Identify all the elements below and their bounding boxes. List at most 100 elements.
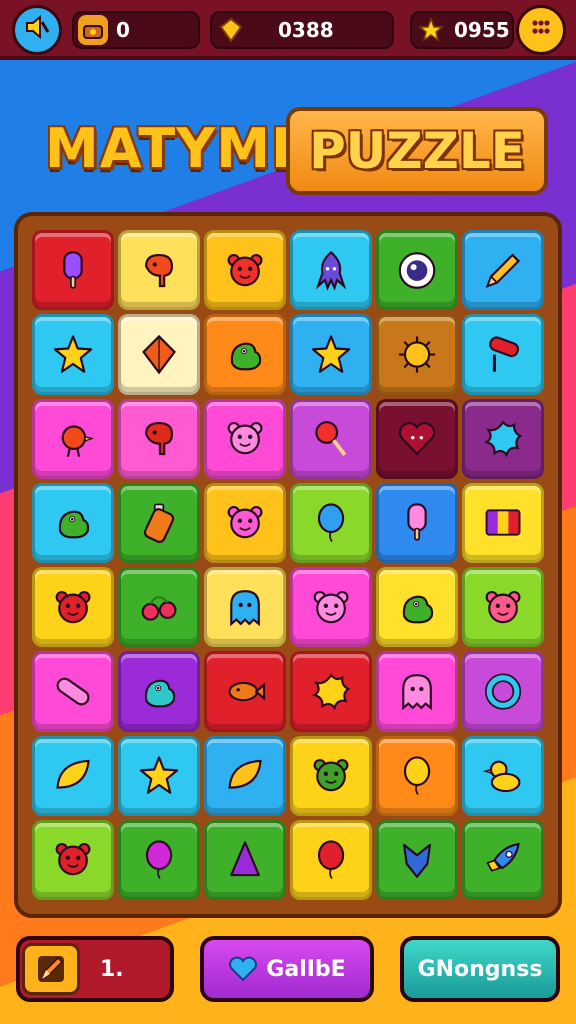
dino-icon [144,679,176,708]
board-tile[interactable] [290,819,372,900]
board-tile[interactable] [376,314,458,395]
sound-button[interactable] [12,5,62,55]
board-tile[interactable] [32,735,114,816]
board-tile[interactable] [290,567,372,648]
ghost-icon [402,673,432,711]
gems-value: 0388 [278,18,334,42]
cherries-icon [141,595,177,621]
booster-icon-frame [22,943,80,995]
board-tile[interactable] [32,314,114,395]
board-tile[interactable] [462,230,544,311]
bottle-icon [143,503,175,544]
board-tile[interactable] [462,482,544,563]
board-tile[interactable] [462,398,544,479]
board-tile[interactable] [204,230,286,311]
cone-icon [230,841,260,877]
board-tile[interactable] [462,314,544,395]
board-tile[interactable] [32,651,114,732]
pencil-icon [485,253,521,288]
board-tile[interactable] [118,482,200,563]
menu-button[interactable] [516,5,566,55]
board-tile[interactable] [376,482,458,563]
board-tile[interactable] [376,567,458,648]
board-tile[interactable] [462,819,544,900]
sun-icon [398,336,436,373]
capsule-icon [56,677,90,706]
dino-icon [58,510,90,539]
board-tile[interactable] [462,567,544,648]
popsicle-icon [63,250,83,289]
flag-stripes-icon [485,509,521,537]
board-tile[interactable] [290,230,372,311]
board-tile[interactable] [290,651,372,732]
shield-icon [402,844,431,879]
star-icon [311,335,351,373]
board-tile[interactable] [32,482,114,563]
bear-face-icon [55,843,91,876]
board-tile[interactable] [376,398,458,479]
bear-face-icon [55,590,91,623]
settings-text-button[interactable]: GNongnss [400,936,560,1002]
booster-button[interactable]: 1. [16,936,174,1002]
board-tile[interactable] [462,651,544,732]
board-tile[interactable] [204,398,286,479]
heart-icon [228,956,258,982]
bear-face-icon [485,590,521,623]
dino-icon [402,595,434,623]
speaker-muted-icon [24,14,50,46]
board-tile[interactable] [376,230,458,311]
board-tile[interactable] [32,398,114,479]
popsicle-icon [407,503,427,541]
stars-value: 0955 [454,18,510,42]
board-tile[interactable] [118,314,200,395]
board-tile[interactable] [290,398,372,479]
chest-icon [78,15,108,45]
board-tile[interactable] [462,735,544,816]
leaf-icon [228,759,262,789]
board-tile[interactable] [290,735,372,816]
board-tile[interactable] [118,819,200,900]
board-tile[interactable] [204,735,286,816]
board-tile[interactable] [204,819,286,900]
kite-icon [142,334,176,375]
coins-counter: 0 [72,11,200,49]
coins-value: 0 [116,18,130,42]
title-left-word: MATYME [45,117,309,180]
game-button-label: GalIbE [266,956,346,982]
bear-face-icon [227,422,263,455]
fish-icon [228,681,266,702]
balloon-icon [403,756,431,796]
bear-face-icon [227,506,263,539]
game-button[interactable]: GalIbE [200,936,374,1002]
settings-text-label: GNongnss [417,956,543,982]
board-tile[interactable] [204,314,286,395]
board-tile[interactable] [290,482,372,563]
board-tile[interactable] [118,567,200,648]
balloon-icon [317,840,345,880]
tile-grid [32,230,544,900]
board-tile[interactable] [376,819,458,900]
board-tile[interactable] [32,567,114,648]
board-tile[interactable] [204,651,286,732]
board-tile[interactable] [376,651,458,732]
board-tile[interactable] [118,735,200,816]
board-tile[interactable] [204,567,286,648]
board-tile[interactable] [32,230,114,311]
board-tile[interactable] [204,482,286,563]
board-tile[interactable] [376,735,458,816]
board-tile[interactable] [290,314,372,395]
board-tile[interactable] [32,819,114,900]
splat-icon [484,420,523,458]
booster-count: 1. [100,956,124,982]
star-icon [139,756,179,794]
splat-icon [312,673,351,711]
board-tile[interactable] [118,230,200,311]
balloon-icon [145,840,173,880]
bottom-bar: 1. GalIbE GNongnss [0,930,576,1024]
duck-icon [482,760,521,793]
heart-face-icon [398,422,436,456]
eye-icon [398,251,436,289]
board-tile[interactable] [118,651,200,732]
board-tile[interactable] [118,398,200,479]
star-icon [416,15,446,45]
